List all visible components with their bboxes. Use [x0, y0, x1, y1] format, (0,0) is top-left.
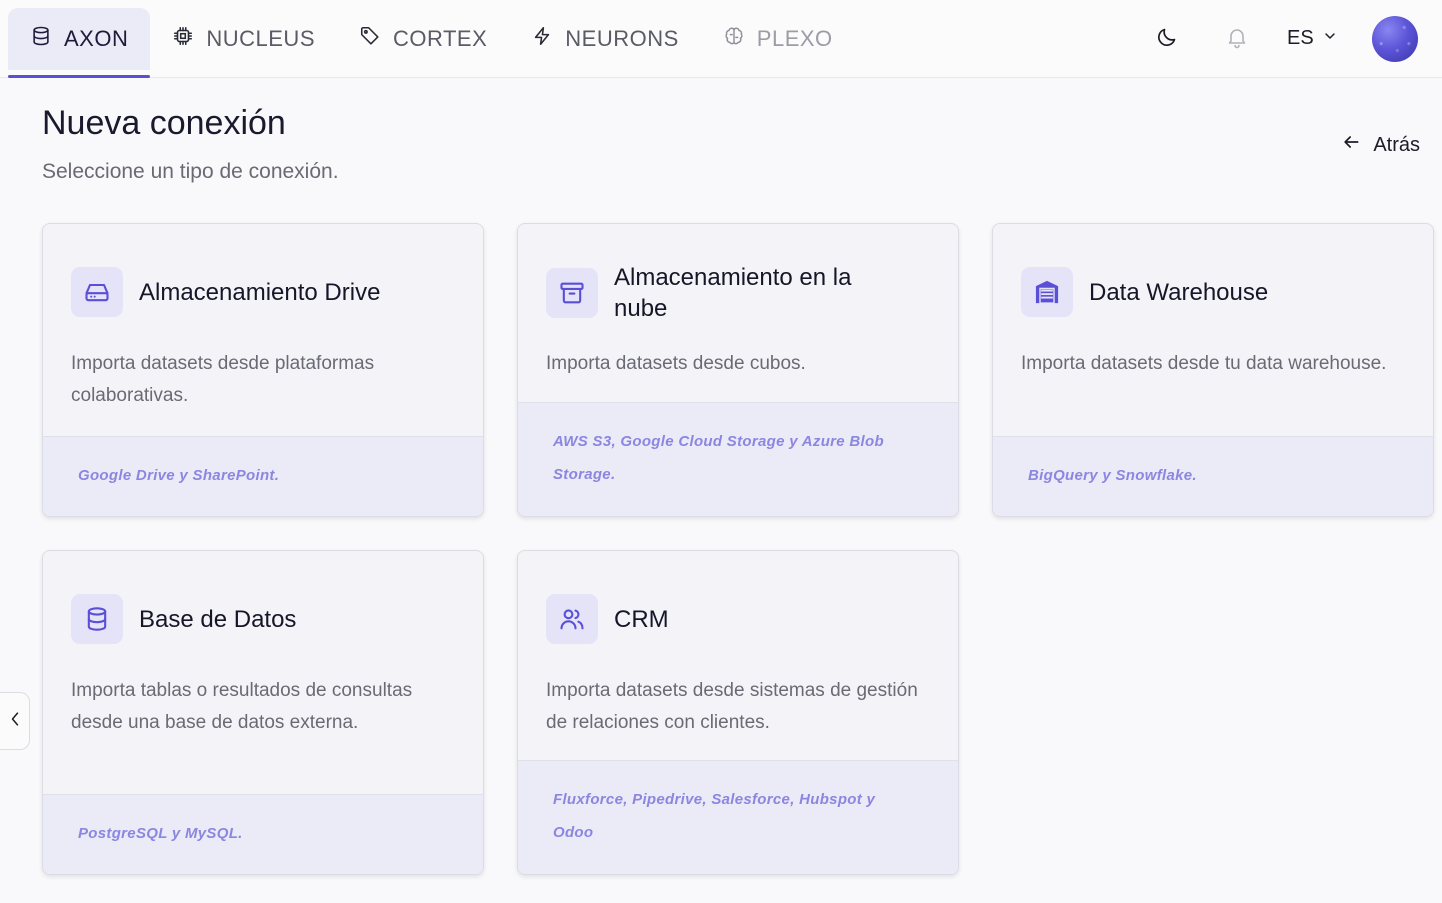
card-description: Importa datasets desde cubos. [546, 353, 806, 374]
tab-label: AXON [64, 26, 129, 51]
card-title: Almacenamiento Drive [139, 278, 381, 306]
card-header: Almacenamiento en la nube [546, 262, 874, 324]
page-subtitle: Seleccione un tipo de conexión. [42, 160, 339, 183]
back-label: Atrás [1373, 133, 1420, 156]
database-icon [71, 594, 123, 644]
notifications-button[interactable] [1217, 19, 1257, 59]
card-header: Almacenamiento Drive [71, 267, 380, 317]
card-description: Importa datasets desde plataformas colab… [71, 353, 375, 406]
card-title: Base de Datos [139, 605, 297, 633]
card-title: CRM [614, 605, 669, 633]
card-footer: Fluxforce, Pipedrive, Salesforce, Hubspo… [518, 760, 958, 874]
brain-icon [723, 25, 745, 53]
hard-drive-icon [71, 267, 123, 317]
lightning-bolt-icon [531, 25, 553, 53]
card-providers: AWS S3, Google Cloud Storage y Azure Blo… [553, 433, 884, 483]
arrow-left-icon [1341, 132, 1361, 158]
card-footer: PostgreSQL y MySQL. [43, 794, 483, 874]
module-tabs: AXON NUCLEUS CORTEX NEURONS PLEXO [8, 8, 855, 78]
database-icon [30, 25, 52, 53]
top-navigation-bar: AXON NUCLEUS CORTEX NEURONS PLEXO ES [0, 0, 1442, 78]
card-footer: BigQuery y Snowflake. [993, 436, 1433, 516]
moon-icon [1155, 25, 1179, 54]
tab-label: NEURONS [565, 26, 679, 51]
user-avatar[interactable] [1372, 16, 1418, 62]
connection-card-cloud-storage[interactable]: Almacenamiento en la nube Importa datase… [517, 223, 959, 517]
theme-toggle-button[interactable] [1147, 19, 1187, 59]
chevron-down-icon [1322, 27, 1338, 50]
cpu-chip-icon [172, 25, 194, 53]
page-title: Nueva conexión [42, 104, 286, 142]
card-header: Data Warehouse [1021, 267, 1268, 317]
tab-neurons[interactable]: NEURONS [509, 8, 701, 70]
card-description: Importa tablas o resultados de consultas… [71, 680, 413, 733]
card-footer: AWS S3, Google Cloud Storage y Azure Blo… [518, 402, 958, 516]
card-header: Base de Datos [71, 594, 296, 644]
card-description: Importa datasets desde sistemas de gesti… [546, 680, 918, 733]
tab-axon[interactable]: AXON [8, 8, 151, 78]
card-providers: Fluxforce, Pipedrive, Salesforce, Hubspo… [553, 791, 876, 841]
card-title: Almacenamiento en la nube [614, 264, 852, 322]
sidebar-toggle-button[interactable] [0, 692, 30, 750]
language-value: ES [1287, 27, 1314, 49]
tab-label: PLEXO [756, 26, 833, 51]
tab-cortex[interactable]: CORTEX [337, 8, 509, 70]
back-button[interactable]: Atrás [1341, 132, 1420, 158]
connection-card-drive[interactable]: Almacenamiento Drive Importa datasets de… [42, 223, 484, 517]
connection-card-data-warehouse[interactable]: Data Warehouse Importa datasets desde tu… [992, 223, 1434, 517]
card-providers: BigQuery y Snowflake. [1028, 467, 1197, 484]
tag-icon [359, 25, 381, 53]
card-title: Data Warehouse [1089, 278, 1269, 306]
language-selector[interactable]: ES [1287, 27, 1347, 50]
connection-card-crm[interactable]: CRM Importa datasets desde sistemas de g… [517, 550, 959, 875]
tab-label: CORTEX [393, 26, 488, 51]
tab-nucleus[interactable]: NUCLEUS [150, 8, 337, 70]
card-footer: Google Drive y SharePoint. [43, 436, 483, 516]
chevron-left-icon [7, 709, 23, 734]
card-header: CRM [546, 594, 669, 644]
tab-plexo[interactable]: PLEXO [701, 8, 855, 70]
card-providers: PostgreSQL y MySQL. [78, 825, 243, 842]
archive-box-icon [546, 268, 598, 318]
tab-label: NUCLEUS [206, 26, 315, 51]
connection-card-database[interactable]: Base de Datos Importa tablas o resultado… [42, 550, 484, 875]
bell-icon [1225, 25, 1249, 54]
card-providers: Google Drive y SharePoint. [78, 467, 280, 484]
users-icon [546, 594, 598, 644]
card-description: Importa datasets desde tu data warehouse… [1021, 353, 1387, 374]
warehouse-icon [1021, 267, 1073, 317]
